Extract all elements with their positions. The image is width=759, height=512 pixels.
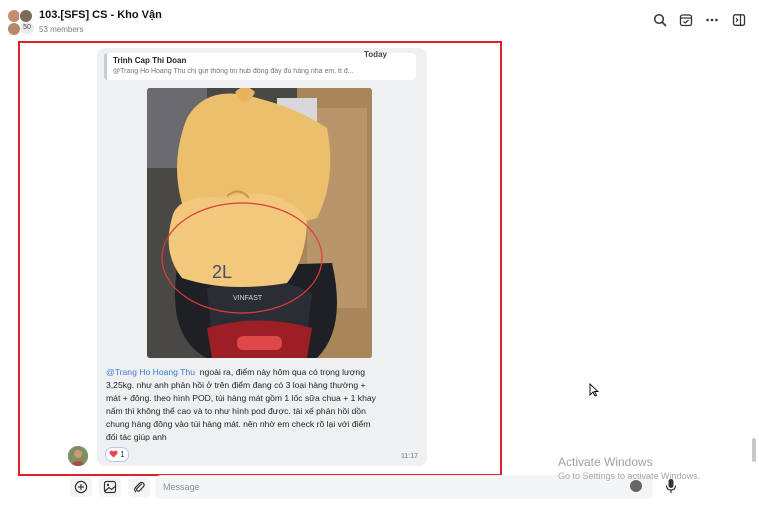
member-avatar — [19, 9, 33, 23]
mention-link[interactable]: @Trang Ho Hoang Thu — [106, 367, 195, 377]
emoji-icon[interactable] — [630, 480, 642, 492]
chat-header: 50 103.[SFS] CS - Kho Vận 53 members — [0, 0, 759, 40]
svg-text:2L: 2L — [212, 262, 232, 282]
attachment-button[interactable] — [128, 477, 150, 497]
message-text: @Trang Ho Hoang Thu ngoài ra, điểm này h… — [106, 366, 376, 444]
reaction-badge[interactable]: 1 — [105, 447, 129, 462]
reaction-count: 1 — [120, 450, 125, 459]
group-avatar[interactable]: 50 — [7, 9, 35, 36]
member-avatar — [7, 22, 21, 36]
date-divider: Today — [364, 50, 387, 59]
add-button[interactable] — [70, 477, 92, 497]
activate-windows-title: Activate Windows — [558, 455, 653, 469]
sender-avatar[interactable] — [68, 446, 88, 466]
more-icon[interactable] — [704, 12, 720, 28]
chat-title[interactable]: 103.[SFS] CS - Kho Vận — [39, 9, 162, 21]
message-body: ngoài ra, điểm này hôm qua có trọng lượn… — [106, 367, 376, 442]
mouse-cursor-icon — [589, 382, 600, 402]
avatar-count: 50 — [20, 22, 34, 34]
task-icon[interactable] — [678, 12, 694, 28]
message-photo[interactable]: 2L VINFAST — [147, 88, 372, 358]
quoted-author: Trinh Cap Thi Doan — [113, 56, 187, 65]
image-button[interactable] — [99, 477, 121, 497]
search-icon[interactable] — [652, 12, 668, 28]
message-time: 11:17 — [401, 453, 418, 460]
quoted-text: @Trang Ho Hoang Thu chị gửi thông tin hu… — [113, 68, 354, 75]
svg-text:VINFAST: VINFAST — [233, 295, 263, 302]
scrollbar[interactable] — [752, 438, 756, 462]
member-count[interactable]: 53 members — [39, 25, 83, 34]
activate-windows-subtitle: Go to Settings to activate Windows. — [558, 471, 701, 481]
side-panel-icon[interactable] — [731, 12, 747, 28]
heart-icon — [109, 450, 118, 460]
